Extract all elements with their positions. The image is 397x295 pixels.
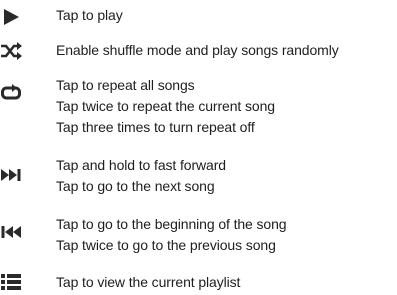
list-item-text: Tap to repeat all songs Tap twice to rep… — [56, 75, 275, 138]
fast-forward-icon — [0, 166, 22, 184]
list-item-text: Tap to view the current playlist — [56, 272, 240, 293]
item-line: Tap and hold to fast forward — [56, 157, 226, 173]
list-item-text: Tap to play — [56, 5, 123, 26]
item-line: Tap three times to turn repeat off — [56, 119, 255, 135]
shuffle-icon — [0, 42, 22, 60]
item-line: Tap twice to repeat the current song — [56, 98, 275, 114]
list-item-text: Tap and hold to fast forward Tap to go t… — [56, 155, 226, 197]
previous-icon — [0, 223, 22, 241]
item-line: Tap to go to the beginning of the song — [56, 216, 287, 232]
item-line: Tap to repeat all songs — [56, 77, 195, 93]
item-line: Enable shuffle mode and play songs rando… — [56, 42, 339, 58]
item-line: Tap to play — [56, 7, 123, 23]
playlist-icon — [0, 273, 22, 291]
item-line: Tap to go to the next song — [56, 178, 215, 194]
item-line: Tap twice to go to the previous song — [56, 237, 276, 253]
list-item-text: Enable shuffle mode and play songs rando… — [56, 40, 339, 61]
list-item-text: Tap to go to the beginning of the song T… — [56, 214, 287, 256]
play-icon — [0, 8, 22, 26]
item-line: Tap to view the current playlist — [56, 274, 241, 290]
page: { "items": [ { "icon": "play-icon", "lin… — [0, 0, 397, 295]
repeat-icon — [0, 84, 22, 102]
